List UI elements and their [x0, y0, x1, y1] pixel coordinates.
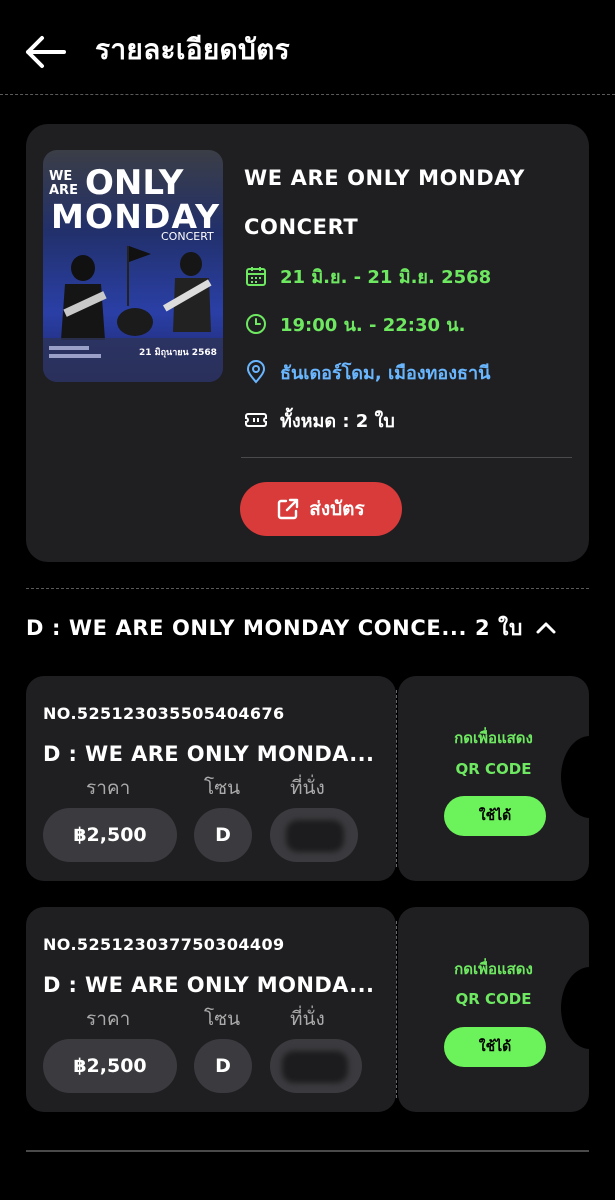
chevron-up-icon: [536, 622, 556, 634]
event-total: ทั้งหมด : 2 ใบ: [280, 410, 395, 432]
ticket-perforation: [396, 690, 397, 867]
event-venue: ธันเดอร์โดม, เมืองทองธานี: [280, 362, 491, 384]
zone-pill: D: [194, 808, 252, 862]
qr-code-label: QR CODE: [455, 760, 532, 778]
event-title-line-2: CONCERT: [244, 215, 359, 239]
ticket-card: NO.525123037750304409 D : WE ARE ONLY MO…: [26, 907, 396, 1112]
location-pin-icon: [244, 360, 268, 384]
ticket-status-button[interactable]: ใช้ได้: [444, 1027, 546, 1067]
price-pill: ฿2,500: [43, 1039, 177, 1093]
ticket-zone: D: [215, 1055, 231, 1077]
event-card: WE ARE ONLY MONDAY CONCERT 21 มิถุนายน 2…: [26, 124, 589, 562]
zone-pill: D: [194, 1039, 252, 1093]
seat-redacted: [286, 820, 344, 852]
event-time: 19:00 น. - 22:30 น.: [280, 314, 466, 336]
external-link-icon: [277, 498, 299, 520]
calendar-icon: [244, 264, 268, 288]
event-title-line-1: WE ARE ONLY MONDAY: [244, 166, 525, 190]
ticket-number: NO.525123035505404676: [43, 704, 285, 723]
ticket-price: ฿2,500: [73, 1055, 147, 1077]
event-total-row: ทั้งหมด : 2 ใบ: [244, 396, 574, 444]
ticket-price: ฿2,500: [73, 824, 147, 846]
seat-pill: [270, 1039, 362, 1093]
event-date: 21 มิ.ย. - 21 มิ.ย. 2568: [280, 266, 492, 288]
ticket-icon: [244, 408, 268, 432]
qr-panel[interactable]: กดเพื่อแสดง QR CODE ใช้ได้: [398, 676, 589, 881]
ticket-name: D : WE ARE ONLY MONDA...: [43, 742, 375, 766]
ticket-number: NO.525123037750304409: [43, 935, 285, 954]
send-ticket-label: ส่งบัตร: [309, 498, 365, 520]
svg-text:ARE: ARE: [49, 183, 78, 198]
event-time-row: 19:00 น. - 22:30 น.: [244, 300, 574, 348]
clock-icon: [244, 312, 268, 336]
ticket-group-toggle[interactable]: D : WE ARE ONLY MONDAY CONCE... 2 ใบ: [26, 606, 589, 650]
qr-show-label: กดเพื่อแสดง: [454, 729, 533, 747]
svg-text:CONCERT: CONCERT: [161, 230, 214, 243]
card-divider: [241, 457, 572, 458]
ticket-group-title: D : WE ARE ONLY MONDAY CONCE... 2 ใบ: [26, 615, 523, 640]
qr-panel[interactable]: กดเพื่อแสดง QR CODE ใช้ได้: [398, 907, 589, 1112]
ticket-zone: D: [215, 824, 231, 846]
arrow-left-icon: [26, 36, 66, 68]
send-ticket-button[interactable]: ส่งบัตร: [240, 482, 402, 536]
seat-redacted: [282, 1051, 348, 1083]
header: รายละเอียดบัตร: [0, 0, 615, 96]
seat-label: ที่นั่ง: [290, 777, 325, 799]
ticket-status-button[interactable]: ใช้ได้: [444, 796, 546, 836]
seat-label: ที่นั่ง: [290, 1008, 325, 1030]
event-date-row: 21 มิ.ย. - 21 มิ.ย. 2568: [244, 252, 574, 300]
price-label: ราคา: [86, 1008, 131, 1030]
svg-text:21 มิถุนายน 2568: 21 มิถุนายน 2568: [139, 347, 217, 358]
ticket-perforation: [396, 921, 397, 1098]
event-venue-row: ธันเดอร์โดม, เมืองทองธานี: [244, 348, 574, 396]
section-divider: [26, 588, 589, 589]
qr-code-label: QR CODE: [455, 990, 532, 1008]
ticket-card: NO.525123035505404676 D : WE ARE ONLY MO…: [26, 676, 396, 881]
zone-label: โซน: [204, 777, 241, 799]
svg-text:WE: WE: [49, 169, 72, 184]
back-button[interactable]: [22, 30, 72, 74]
event-info: WE ARE ONLY MONDAY CONCERT 21 มิ.ย. - 21…: [244, 154, 574, 444]
price-pill: ฿2,500: [43, 808, 177, 862]
ticket-name: D : WE ARE ONLY MONDA...: [43, 973, 375, 997]
zone-label: โซน: [204, 1008, 241, 1030]
seat-pill: [270, 808, 358, 862]
qr-show-label: กดเพื่อแสดง: [454, 960, 533, 978]
bottom-divider: [26, 1150, 589, 1152]
price-label: ราคา: [86, 777, 131, 799]
page-title: รายละเอียดบัตร: [95, 33, 290, 66]
event-poster: WE ARE ONLY MONDAY CONCERT 21 มิถุนายน 2…: [43, 150, 223, 382]
header-divider: [0, 94, 615, 95]
